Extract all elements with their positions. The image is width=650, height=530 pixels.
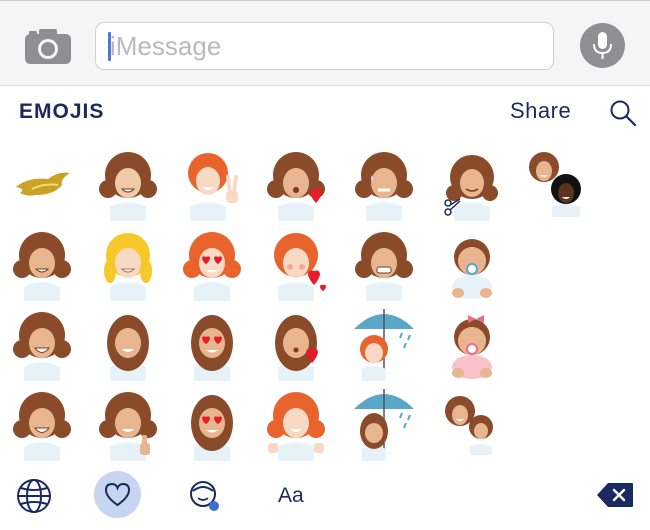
curly-brown-hair-woman-grimace[interactable] — [348, 229, 420, 301]
curly-brown-hair-woman-thumbs-up[interactable] — [92, 389, 164, 461]
delete-icon[interactable] — [596, 482, 634, 508]
heart-icon[interactable] — [94, 471, 141, 518]
share-button[interactable]: Share — [510, 98, 571, 124]
baby-girl-pink-bow[interactable] — [436, 309, 508, 381]
keyboard-bottom-bar: Aa — [0, 462, 650, 530]
red-hair-woman-blush-hearts[interactable] — [262, 229, 334, 301]
red-hair-woman-shrug[interactable] — [262, 389, 334, 461]
text-caret — [108, 32, 111, 61]
curly-brown-hair-woman-scissors[interactable] — [436, 149, 508, 221]
curly-brown-hair-woman-laugh[interactable] — [6, 389, 78, 461]
mother-and-child[interactable] — [436, 389, 508, 461]
text-keyboard-button[interactable]: Aa — [278, 484, 304, 508]
message-input[interactable] — [95, 22, 554, 70]
curly-brown-hair-woman-grin[interactable] — [6, 309, 78, 381]
curly-brown-hair-woman-heart[interactable] — [262, 149, 334, 221]
baby-with-pacifier[interactable] — [436, 229, 508, 301]
camera-icon[interactable] — [24, 27, 72, 65]
curly-brown-hair-woman-smile[interactable] — [6, 229, 78, 301]
wavy-brown-hair-woman[interactable] — [92, 309, 164, 381]
curly-red-hair-woman-peace-sign[interactable] — [176, 149, 248, 221]
search-icon[interactable] — [609, 99, 637, 127]
curly-brown-hair-woman-sweat[interactable] — [348, 149, 420, 221]
wavy-brown-hair-woman-heart-eyes[interactable] — [176, 309, 248, 381]
emoji-app-header: EMOJIS Share — [0, 86, 650, 138]
wavy-brown-hair-woman-heart-eyes-2[interactable] — [176, 389, 248, 461]
gold-dove-logo[interactable] — [8, 149, 80, 221]
globe-icon[interactable] — [16, 478, 52, 514]
face-icon[interactable] — [189, 479, 221, 513]
curly-brown-hair-woman[interactable] — [92, 149, 164, 221]
page-title: EMOJIS — [19, 100, 105, 123]
microphone-icon[interactable] — [580, 23, 625, 68]
blonde-woman[interactable] — [92, 229, 164, 301]
red-hair-woman-umbrella-rain[interactable] — [348, 303, 420, 381]
emoji-grid — [0, 145, 650, 461]
brown-hair-woman-umbrella-rain[interactable] — [348, 383, 420, 461]
message-bar — [0, 0, 650, 86]
wavy-brown-hair-woman-kiss[interactable] — [262, 309, 334, 381]
red-hair-woman-heart-eyes[interactable] — [176, 229, 248, 301]
two-women-curly-hair[interactable] — [520, 145, 592, 217]
